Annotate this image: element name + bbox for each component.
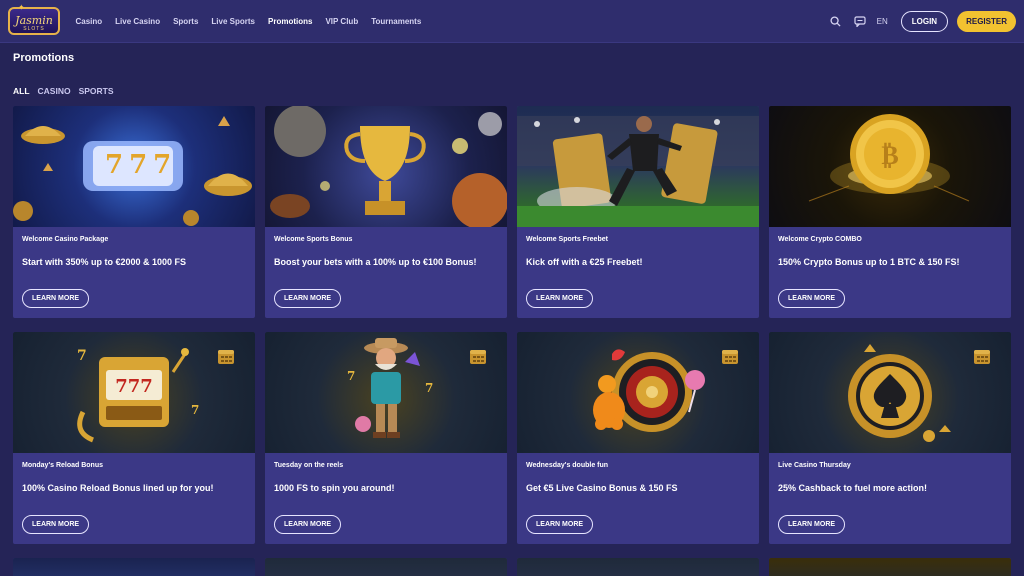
calendar-icon [721,348,739,370]
login-button[interactable]: LOGIN [900,10,949,32]
promotions-grid: 777 Welcome Casino Package Start with 35… [13,106,1011,544]
learn-more-button[interactable]: LEARN MORE [778,289,846,308]
top-header: ✦ Jasmin SLOTS Casino Live Casino Sports… [0,0,1024,43]
promo-image-casino-chip[interactable] [769,332,1011,453]
promo-tag: Welcome Casino Package [22,236,109,243]
nav-promotions[interactable]: Promotions [262,17,319,26]
svg-text:₿: ₿ [881,141,898,171]
promo-title: Start with 350% up to €2000 & 1000 FS [22,257,187,267]
promo-title: Boost your bets with a 100% up to €100 B… [274,257,477,267]
svg-text:7: 7 [347,369,355,383]
promo-tag: Live Casino Thursday [778,462,851,469]
learn-more-button[interactable]: LEARN MORE [526,515,594,534]
filter-sports[interactable]: SPORTS [79,86,114,96]
main-nav: Casino Live Casino Sports Live Sports Pr… [69,17,428,26]
page-title: Promotions [13,52,75,64]
promo-tag: Welcome Sports Bonus [274,236,353,243]
promo-card: ₿ Welcome Crypto COMBO 150% Crypto Bonus… [769,106,1011,318]
promo-image-roulette[interactable] [517,332,759,453]
promo-image-partial [517,558,759,576]
trophy-illustration [270,106,507,227]
promo-card: Welcome Sports Freebet Kick off with a €… [517,106,759,318]
promo-image-partial [13,558,255,576]
promo-tag: Tuesday on the reels [274,462,344,469]
promo-image-footballer[interactable] [517,106,759,227]
slot-reel-symbols: 777 [105,150,178,180]
learn-more-button[interactable]: LEARN MORE [778,515,846,534]
promo-tag: Welcome Sports Freebet [526,236,608,243]
promo-image-trophy[interactable] [265,106,507,227]
filter-all[interactable]: ALL [13,86,30,96]
promo-card-partial[interactable] [265,558,507,576]
register-button[interactable]: REGISTER [957,10,1016,32]
promo-tag: Welcome Crypto COMBO [778,236,862,243]
promo-card: Live Casino Thursday 25% Cashback to fue… [769,332,1011,544]
site-logo[interactable]: ✦ Jasmin SLOTS [8,3,60,35]
promo-filter-tabs: ALL CASINO SPORTS [13,86,1011,96]
nav-live-casino[interactable]: Live Casino [109,17,167,26]
promo-image-cowboy[interactable]: 7 7 [265,332,507,453]
nav-tournaments[interactable]: Tournaments [365,17,428,26]
promo-title: 25% Cashback to fuel more action! [778,483,928,493]
svg-text:7: 7 [191,403,199,417]
chat-icon[interactable] [853,14,867,28]
calendar-icon [217,348,235,370]
promo-card-partial[interactable] [517,558,759,576]
promo-title: 150% Crypto Bonus up to 1 BTC & 150 FS! [778,257,960,267]
calendar-icon [469,348,487,370]
svg-text:7: 7 [77,348,87,364]
nav-live-sports[interactable]: Live Sports [205,17,262,26]
promo-image-slot-reels[interactable]: 777 [13,106,255,227]
nav-vip-club[interactable]: VIP Club [319,17,365,26]
promo-card: 777 7 7 Monday's Reload Bonus 100% Casin… [13,332,255,544]
svg-text:7: 7 [425,381,433,395]
main-content: Promotions ALL CASINO SPORTS 777 Welcome… [0,52,1024,576]
logo-subtext: SLOTS [23,26,45,32]
promo-image-partial [769,558,1011,576]
promo-tag: Wednesday's double fun [526,462,609,469]
promo-image-slot-machine[interactable]: 777 7 7 [13,332,255,453]
promo-image-partial [265,558,507,576]
logo-text: Jasmin [15,14,53,27]
nav-casino[interactable]: Casino [69,17,109,26]
promo-title: Kick off with a €25 Freebet! [526,257,643,267]
learn-more-button[interactable]: LEARN MORE [22,515,90,534]
search-icon[interactable] [829,14,843,28]
promo-card: 7 7 Tuesday on the reels 1000 FS to spin… [265,332,507,544]
svg-text:777: 777 [115,376,153,397]
promo-tag: Monday's Reload Bonus [22,462,104,469]
promo-image-crypto-coin[interactable]: ₿ [769,106,1011,227]
promo-title: 1000 FS to spin you around! [274,483,395,493]
promo-title: 100% Casino Reload Bonus lined up for yo… [22,483,214,493]
learn-more-button[interactable]: LEARN MORE [526,289,594,308]
header-actions: EN LOGIN REGISTER [829,10,1016,32]
nav-sports[interactable]: Sports [167,17,205,26]
learn-more-button[interactable]: LEARN MORE [274,289,342,308]
calendar-icon [973,348,991,370]
footballer-illustration [517,116,759,227]
lamp-icon: ✦ [18,3,25,12]
crypto-coin-illustration: ₿ [808,114,970,202]
learn-more-button[interactable]: LEARN MORE [22,289,90,308]
promo-card-partial[interactable] [769,558,1011,576]
promo-card-partial[interactable] [13,558,255,576]
promo-card: Welcome Sports Bonus Boost your bets wit… [265,106,507,318]
promo-card: Wednesday's double fun Get €5 Live Casin… [517,332,759,544]
learn-more-button[interactable]: LEARN MORE [274,515,342,534]
promo-card: 777 Welcome Casino Package Start with 35… [13,106,255,318]
promotions-grid-row-partial [13,558,1011,576]
promo-title: Get €5 Live Casino Bonus & 150 FS [526,483,678,493]
language-selector[interactable]: EN [877,17,888,26]
filter-casino[interactable]: CASINO [38,86,71,96]
